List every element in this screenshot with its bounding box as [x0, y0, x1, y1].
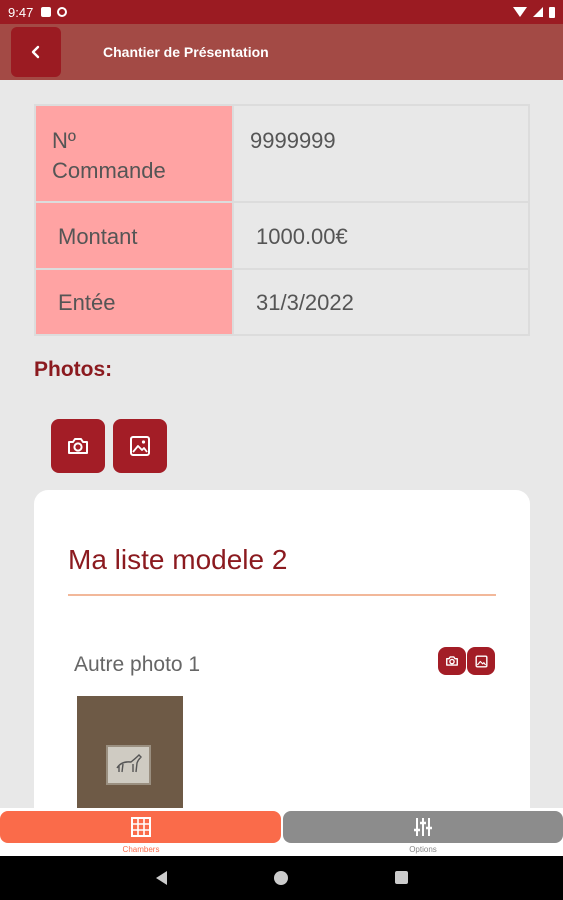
status-bar: 9:47 — [0, 0, 563, 24]
system-home-icon[interactable] — [274, 871, 288, 885]
order-number-value: 9999999 — [250, 128, 336, 153]
wifi-icon — [513, 7, 527, 17]
status-time: 9:47 — [8, 4, 34, 20]
order-number-value-cell: 9999999 — [232, 104, 530, 203]
order-info-table: Nº Commande 9999999 Montant 1000.00€ Ent… — [34, 104, 530, 336]
take-photo-button[interactable] — [51, 419, 105, 473]
framed-picture — [106, 745, 151, 785]
system-back-icon[interactable] — [156, 871, 167, 885]
photo-item-camera-button[interactable] — [438, 647, 466, 675]
back-button[interactable] — [11, 27, 61, 77]
signal-icon — [533, 7, 543, 17]
sliders-icon — [414, 818, 432, 836]
table-row: Montant 1000.00€ — [34, 201, 530, 270]
card-title: Ma liste modele 2 — [68, 544, 288, 575]
entry-label-cell: Entée — [34, 268, 234, 336]
tab-options[interactable] — [283, 811, 563, 843]
app-bar: Chantier de Présentation — [0, 24, 563, 80]
battery-icon — [549, 6, 555, 18]
checklist-card: Ma liste modele 2 Autre photo 1 — [34, 490, 530, 830]
order-number-label: Nº Commande — [52, 128, 166, 183]
system-recents-icon[interactable] — [395, 871, 408, 884]
grid-icon — [130, 817, 151, 837]
image-icon — [130, 436, 150, 456]
table-row: Entée 31/3/2022 — [34, 268, 530, 336]
camera-icon — [446, 656, 458, 666]
entry-label: Entée — [58, 290, 116, 315]
table-row: Nº Commande 9999999 — [34, 104, 530, 203]
bottom-navigation: Chambers Options — [0, 808, 563, 856]
amount-label: Montant — [58, 224, 138, 249]
photos-heading: Photos: — [34, 358, 113, 381]
entry-value-cell: 31/3/2022 — [232, 268, 530, 336]
notification-icon — [41, 7, 52, 17]
sync-icon — [57, 7, 68, 17]
photo-item-gallery-button[interactable] — [467, 647, 495, 675]
pick-image-button[interactable] — [113, 419, 167, 473]
order-number-label-cell: Nº Commande — [34, 104, 234, 203]
amount-value-cell: 1000.00€ — [232, 201, 530, 270]
camera-icon — [68, 438, 88, 454]
page-title: Chantier de Présentation — [103, 44, 269, 60]
status-icons — [513, 6, 555, 18]
photo-thumbnail[interactable] — [77, 696, 183, 816]
tab-chambers[interactable] — [0, 811, 281, 843]
tab-options-label: Options — [409, 845, 437, 854]
chevron-left-icon — [31, 45, 40, 59]
amount-value: 1000.00€ — [256, 224, 348, 249]
entry-value: 31/3/2022 — [256, 290, 354, 315]
amount-label-cell: Montant — [34, 201, 234, 270]
image-icon — [474, 654, 488, 668]
tab-chambers-label: Chambers — [122, 845, 160, 854]
horse-sketch — [116, 754, 142, 773]
system-navigation-bar — [0, 856, 563, 900]
photo-item-label: Autre photo 1 — [74, 653, 201, 676]
card-divider — [68, 594, 496, 596]
